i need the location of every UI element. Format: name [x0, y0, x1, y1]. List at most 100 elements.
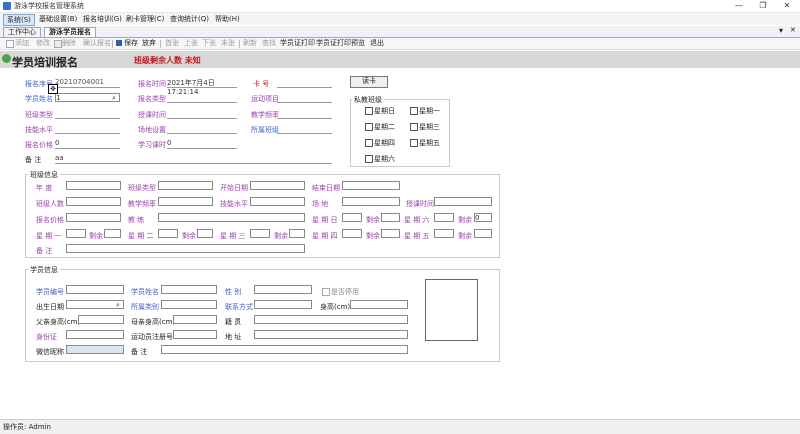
- signup-type-field[interactable]: [167, 93, 237, 103]
- skill-level-field[interactable]: [55, 124, 120, 134]
- tuesday-field[interactable]: [158, 229, 178, 238]
- thursday-field[interactable]: [342, 229, 362, 238]
- previous-record-button[interactable]: 上张: [184, 39, 198, 48]
- father-height-field[interactable]: [78, 315, 124, 324]
- checkbox-tuesday[interactable]: [365, 123, 373, 131]
- exit-button[interactable]: 退出: [370, 39, 384, 48]
- friday-field[interactable]: [434, 229, 454, 238]
- end-date-field[interactable]: [342, 181, 400, 190]
- coach-field[interactable]: [158, 213, 305, 222]
- tab-student-signup[interactable]: 游泳学员报名: [44, 27, 96, 37]
- monday-field[interactable]: [66, 229, 86, 238]
- add-icon: [6, 40, 14, 48]
- delete-button[interactable]: 删除: [62, 39, 76, 48]
- wechat-field[interactable]: [66, 345, 124, 354]
- period-value: 0: [167, 139, 172, 147]
- student-id-field[interactable]: [66, 285, 124, 294]
- menu-card-management[interactable]: 刷卡管理(C): [123, 14, 167, 24]
- save-button[interactable]: 保存: [124, 39, 138, 48]
- maximize-button[interactable]: ❐: [752, 0, 774, 12]
- ci-remark-field[interactable]: [66, 244, 305, 253]
- last-record-button[interactable]: 末张: [221, 39, 235, 48]
- checkbox-friday[interactable]: [410, 139, 418, 147]
- friday-remaining-field[interactable]: [474, 229, 492, 238]
- ci-venue-field[interactable]: [342, 197, 400, 206]
- saturday-remaining-field[interactable]: 0: [474, 213, 492, 222]
- menu-system[interactable]: 系统(S): [3, 14, 35, 26]
- period-field[interactable]: 0: [167, 139, 237, 149]
- wednesday-remaining-field[interactable]: [289, 229, 305, 238]
- class-size-field[interactable]: [66, 197, 121, 206]
- read-card-button[interactable]: 读卡: [350, 76, 388, 88]
- sunday-field[interactable]: [342, 213, 362, 222]
- checkbox-monday[interactable]: [410, 107, 418, 115]
- checkbox-thursday[interactable]: [365, 139, 373, 147]
- train-time-field[interactable]: [167, 109, 237, 119]
- signup-time-field[interactable]: 2021年7月4日 17:21:14: [167, 78, 237, 96]
- photo-box[interactable]: [425, 279, 478, 341]
- print-card-button[interactable]: 学员证打印: [280, 39, 315, 48]
- tab-list-dropdown-icon[interactable]: ▾: [779, 26, 783, 35]
- sunday-remaining-field[interactable]: [381, 213, 400, 222]
- address-field[interactable]: [254, 330, 408, 339]
- menu-basic-settings[interactable]: 基础设置(B): [36, 14, 80, 24]
- id-card-field[interactable]: [66, 330, 124, 339]
- student-name-value: 1: [56, 94, 61, 102]
- contact-field[interactable]: [254, 300, 312, 309]
- sport-field[interactable]: [277, 93, 332, 103]
- gender-field[interactable]: [254, 285, 312, 294]
- year-field[interactable]: [66, 181, 121, 190]
- frequency-field[interactable]: [277, 109, 332, 119]
- athlete-no-field[interactable]: [173, 330, 217, 339]
- edit-button[interactable]: 修改: [36, 39, 50, 48]
- price-field[interactable]: 0: [55, 139, 120, 149]
- si-name-field[interactable]: [161, 285, 217, 294]
- ci-train-time-field[interactable]: [434, 197, 492, 206]
- height-field[interactable]: [350, 300, 408, 309]
- athlete-no-label: 运动员注册号: [131, 333, 173, 341]
- category-field[interactable]: [161, 300, 217, 309]
- find-button[interactable]: 查找: [262, 39, 276, 48]
- close-button[interactable]: ✕: [776, 0, 798, 12]
- tab-close-icon[interactable]: ✕: [790, 26, 796, 34]
- add-button[interactable]: 添加: [15, 39, 29, 48]
- student-name-field[interactable]: 1: [55, 93, 120, 102]
- minimize-button[interactable]: —: [728, 0, 750, 12]
- checkbox-saturday[interactable]: [365, 155, 373, 163]
- disabled-checkbox[interactable]: [322, 288, 330, 296]
- window-title: 游泳学校报名管理系统: [14, 2, 84, 10]
- calendar-icon[interactable]: ⌕: [116, 301, 120, 310]
- native-place-field[interactable]: [254, 315, 408, 324]
- menu-query-statistics[interactable]: 查询统计(Q): [167, 14, 212, 24]
- tuesday-remaining-field[interactable]: [197, 229, 213, 238]
- mother-height-field[interactable]: [173, 315, 217, 324]
- search-icon[interactable]: ⌕: [112, 94, 116, 103]
- print-preview-button[interactable]: 学员证打印预览: [316, 39, 365, 48]
- remark-field[interactable]: aa: [55, 154, 332, 164]
- ci-frequency-field[interactable]: [158, 197, 213, 206]
- start-date-field[interactable]: [250, 181, 305, 190]
- venue-field[interactable]: [167, 124, 237, 134]
- checkbox-wednesday[interactable]: [410, 123, 418, 131]
- tab-work-center[interactable]: 工作中心: [3, 27, 41, 37]
- refresh-button[interactable]: 刷新: [243, 39, 257, 48]
- si-remark-field[interactable]: [161, 345, 408, 354]
- confirm-signup-button[interactable]: 确认报名: [83, 39, 111, 48]
- class-type-field[interactable]: [55, 109, 120, 119]
- wednesday-field[interactable]: [250, 229, 270, 238]
- menu-signup-training[interactable]: 报名培训(G): [80, 14, 125, 24]
- discard-button[interactable]: 放弃: [142, 39, 156, 48]
- monday-remaining-field[interactable]: [104, 229, 121, 238]
- first-record-button[interactable]: 首张: [165, 39, 179, 48]
- ci-class-type-field[interactable]: [158, 181, 213, 190]
- ci-price-field[interactable]: [66, 213, 121, 222]
- next-record-button[interactable]: 下张: [202, 39, 216, 48]
- ci-skill-field[interactable]: [250, 197, 305, 206]
- checkbox-sunday[interactable]: [365, 107, 373, 115]
- signup-no-field[interactable]: 20210704001: [55, 78, 120, 88]
- thursday-remaining-field[interactable]: [381, 229, 400, 238]
- menu-help[interactable]: 帮助(H): [212, 14, 243, 24]
- class-field[interactable]: [277, 124, 332, 134]
- saturday-field[interactable]: [434, 213, 454, 222]
- card-no-field[interactable]: [277, 78, 332, 88]
